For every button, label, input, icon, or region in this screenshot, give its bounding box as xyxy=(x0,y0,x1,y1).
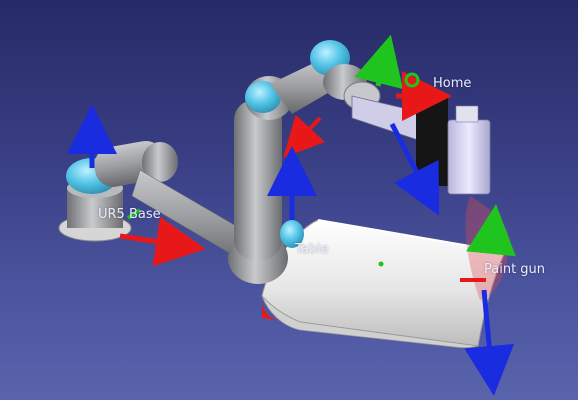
frame-label-paint-gun: Paint gun xyxy=(484,262,546,277)
3d-viewport[interactable]: Home UR5 Base Table Paint gun xyxy=(0,0,578,400)
frame-label-table: Table xyxy=(295,242,329,257)
scene-canvas[interactable] xyxy=(0,0,578,400)
frame-label-ur5-base: UR5 Base xyxy=(98,207,161,222)
wrist-axes xyxy=(267,114,325,220)
frame-label-home: Home xyxy=(433,76,472,91)
